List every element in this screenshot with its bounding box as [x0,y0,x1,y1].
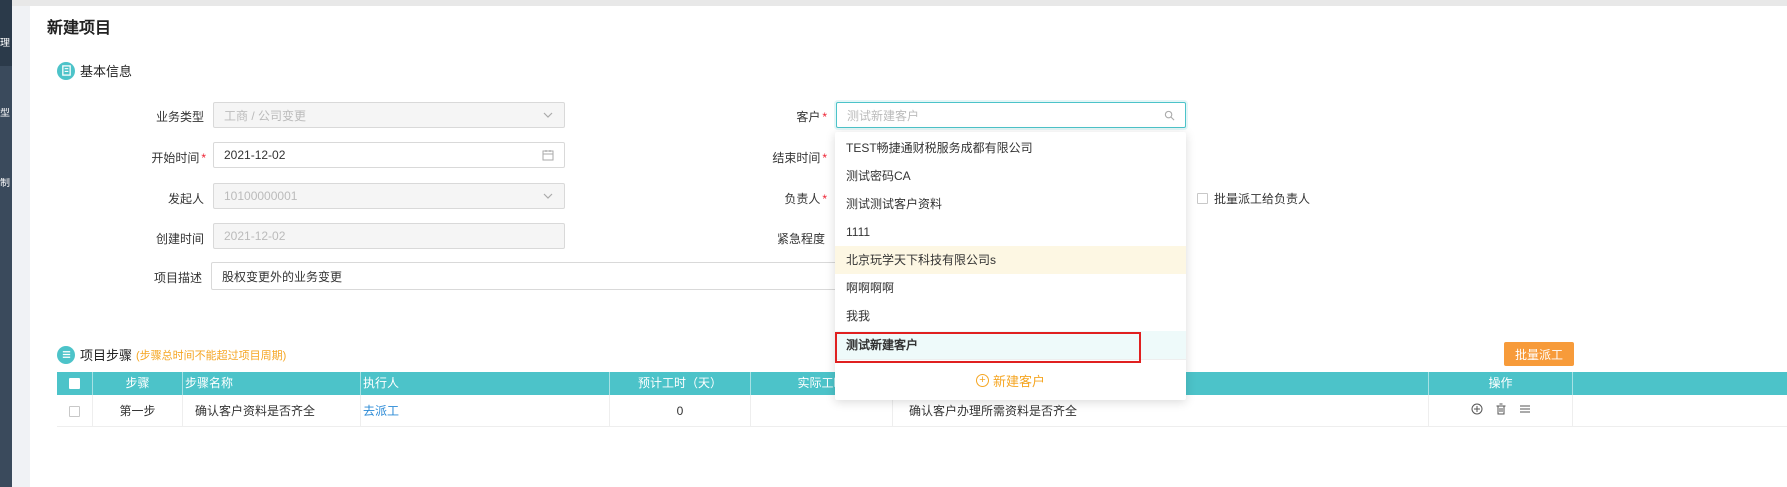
row-checkbox[interactable] [69,405,80,417]
row-actions [1429,395,1573,427]
left-sidebar: 理 型 制 [0,0,12,487]
customer-option[interactable]: TEST畅捷通财税服务成都有限公司 [835,134,1186,162]
sidebar-item-3[interactable]: 制 [0,178,12,190]
col-executor: 执行人 [361,372,610,395]
owner-label: 负责人 * [784,192,827,206]
basic-info-header: 基本信息 [57,61,132,80]
col-step-name: 步骤名称 [183,372,361,395]
customer-option[interactable]: 测试密码CA [835,162,1186,190]
sidebar-active-item[interactable] [0,0,12,66]
batch-assign-button[interactable]: 批量派工 [1504,342,1574,366]
customer-option[interactable]: 1111 [835,218,1186,246]
row-step: 第一步 [93,395,183,427]
description-label: 项目描述 [153,271,202,285]
assign-link[interactable]: 去派工 [361,395,610,427]
delete-icon[interactable] [1495,395,1507,427]
batch-assign-owner-checkbox[interactable] [1197,193,1208,204]
dropdown-divider [835,359,1186,360]
business-type-select[interactable]: 工商 / 公司变更 [213,102,565,128]
col-actions: 操作 [1429,372,1573,395]
batch-assign-owner-option[interactable]: 批量派工给负责人 [1197,190,1310,207]
col-step: 步骤 [93,372,183,395]
steps-header: 项目步骤 (步骤总时间不能超过项目周期) [57,345,286,364]
customer-label: 客户 * [796,110,827,124]
initiator-select[interactable]: 10100000001 [213,183,565,209]
page-title: 新建项目 [47,20,112,37]
customer-option-selected[interactable]: 测试新建客户 [835,331,1186,359]
sidebar-item-1[interactable]: 理 [0,38,12,50]
initiator-label: 发起人 [167,192,204,206]
row-step-name: 确认客户资料是否齐全 [183,395,361,427]
add-icon[interactable] [1471,395,1483,427]
start-time-label: 开始时间 * [151,151,206,165]
row-select-cell [57,395,93,427]
document-icon [57,61,75,80]
end-time-label: 结束时间 * [772,151,827,165]
col-estimated-hours: 预计工时（天） [610,372,751,395]
new-customer-button[interactable]: + 新建客户 [835,368,1186,392]
select-all-checkbox[interactable] [69,378,80,389]
created-time-input: 2021-12-02 [213,223,565,249]
customer-option-hovered[interactable]: 北京玩学天下科技有限公司s [835,246,1186,274]
customer-option[interactable]: 我我 [835,302,1186,330]
search-icon [1164,110,1175,121]
created-time-label: 创建时间 [155,232,204,246]
urgency-label: 紧急程度 [776,232,825,246]
customer-option[interactable]: 啊啊啊啊 [835,274,1186,302]
list-icon [57,345,75,364]
row-estimated: 0 [610,395,751,427]
select-all-cell [57,372,93,395]
calendar-icon [542,149,554,161]
sidebar-item-2[interactable]: 型 [0,108,12,120]
customer-option[interactable]: 测试测试客户资料 [835,190,1186,218]
customer-dropdown: TEST畅捷通财税服务成都有限公司 测试密码CA 测试测试客户资料 1111 北… [835,132,1186,400]
chevron-down-icon [542,109,554,121]
plus-circle-icon: + [975,373,989,387]
basic-info-title: 基本信息 [80,64,133,79]
steps-note: (步骤总时间不能超过项目周期) [136,349,287,362]
customer-search-input[interactable]: 测试新建客户 [836,102,1186,128]
start-time-input[interactable]: 2021-12-02 [213,142,565,168]
menu-icon[interactable] [1519,395,1531,427]
steps-title: 项目步骤 [80,348,133,363]
chevron-down-icon [542,190,554,202]
business-type-label: 业务类型 [155,110,204,124]
